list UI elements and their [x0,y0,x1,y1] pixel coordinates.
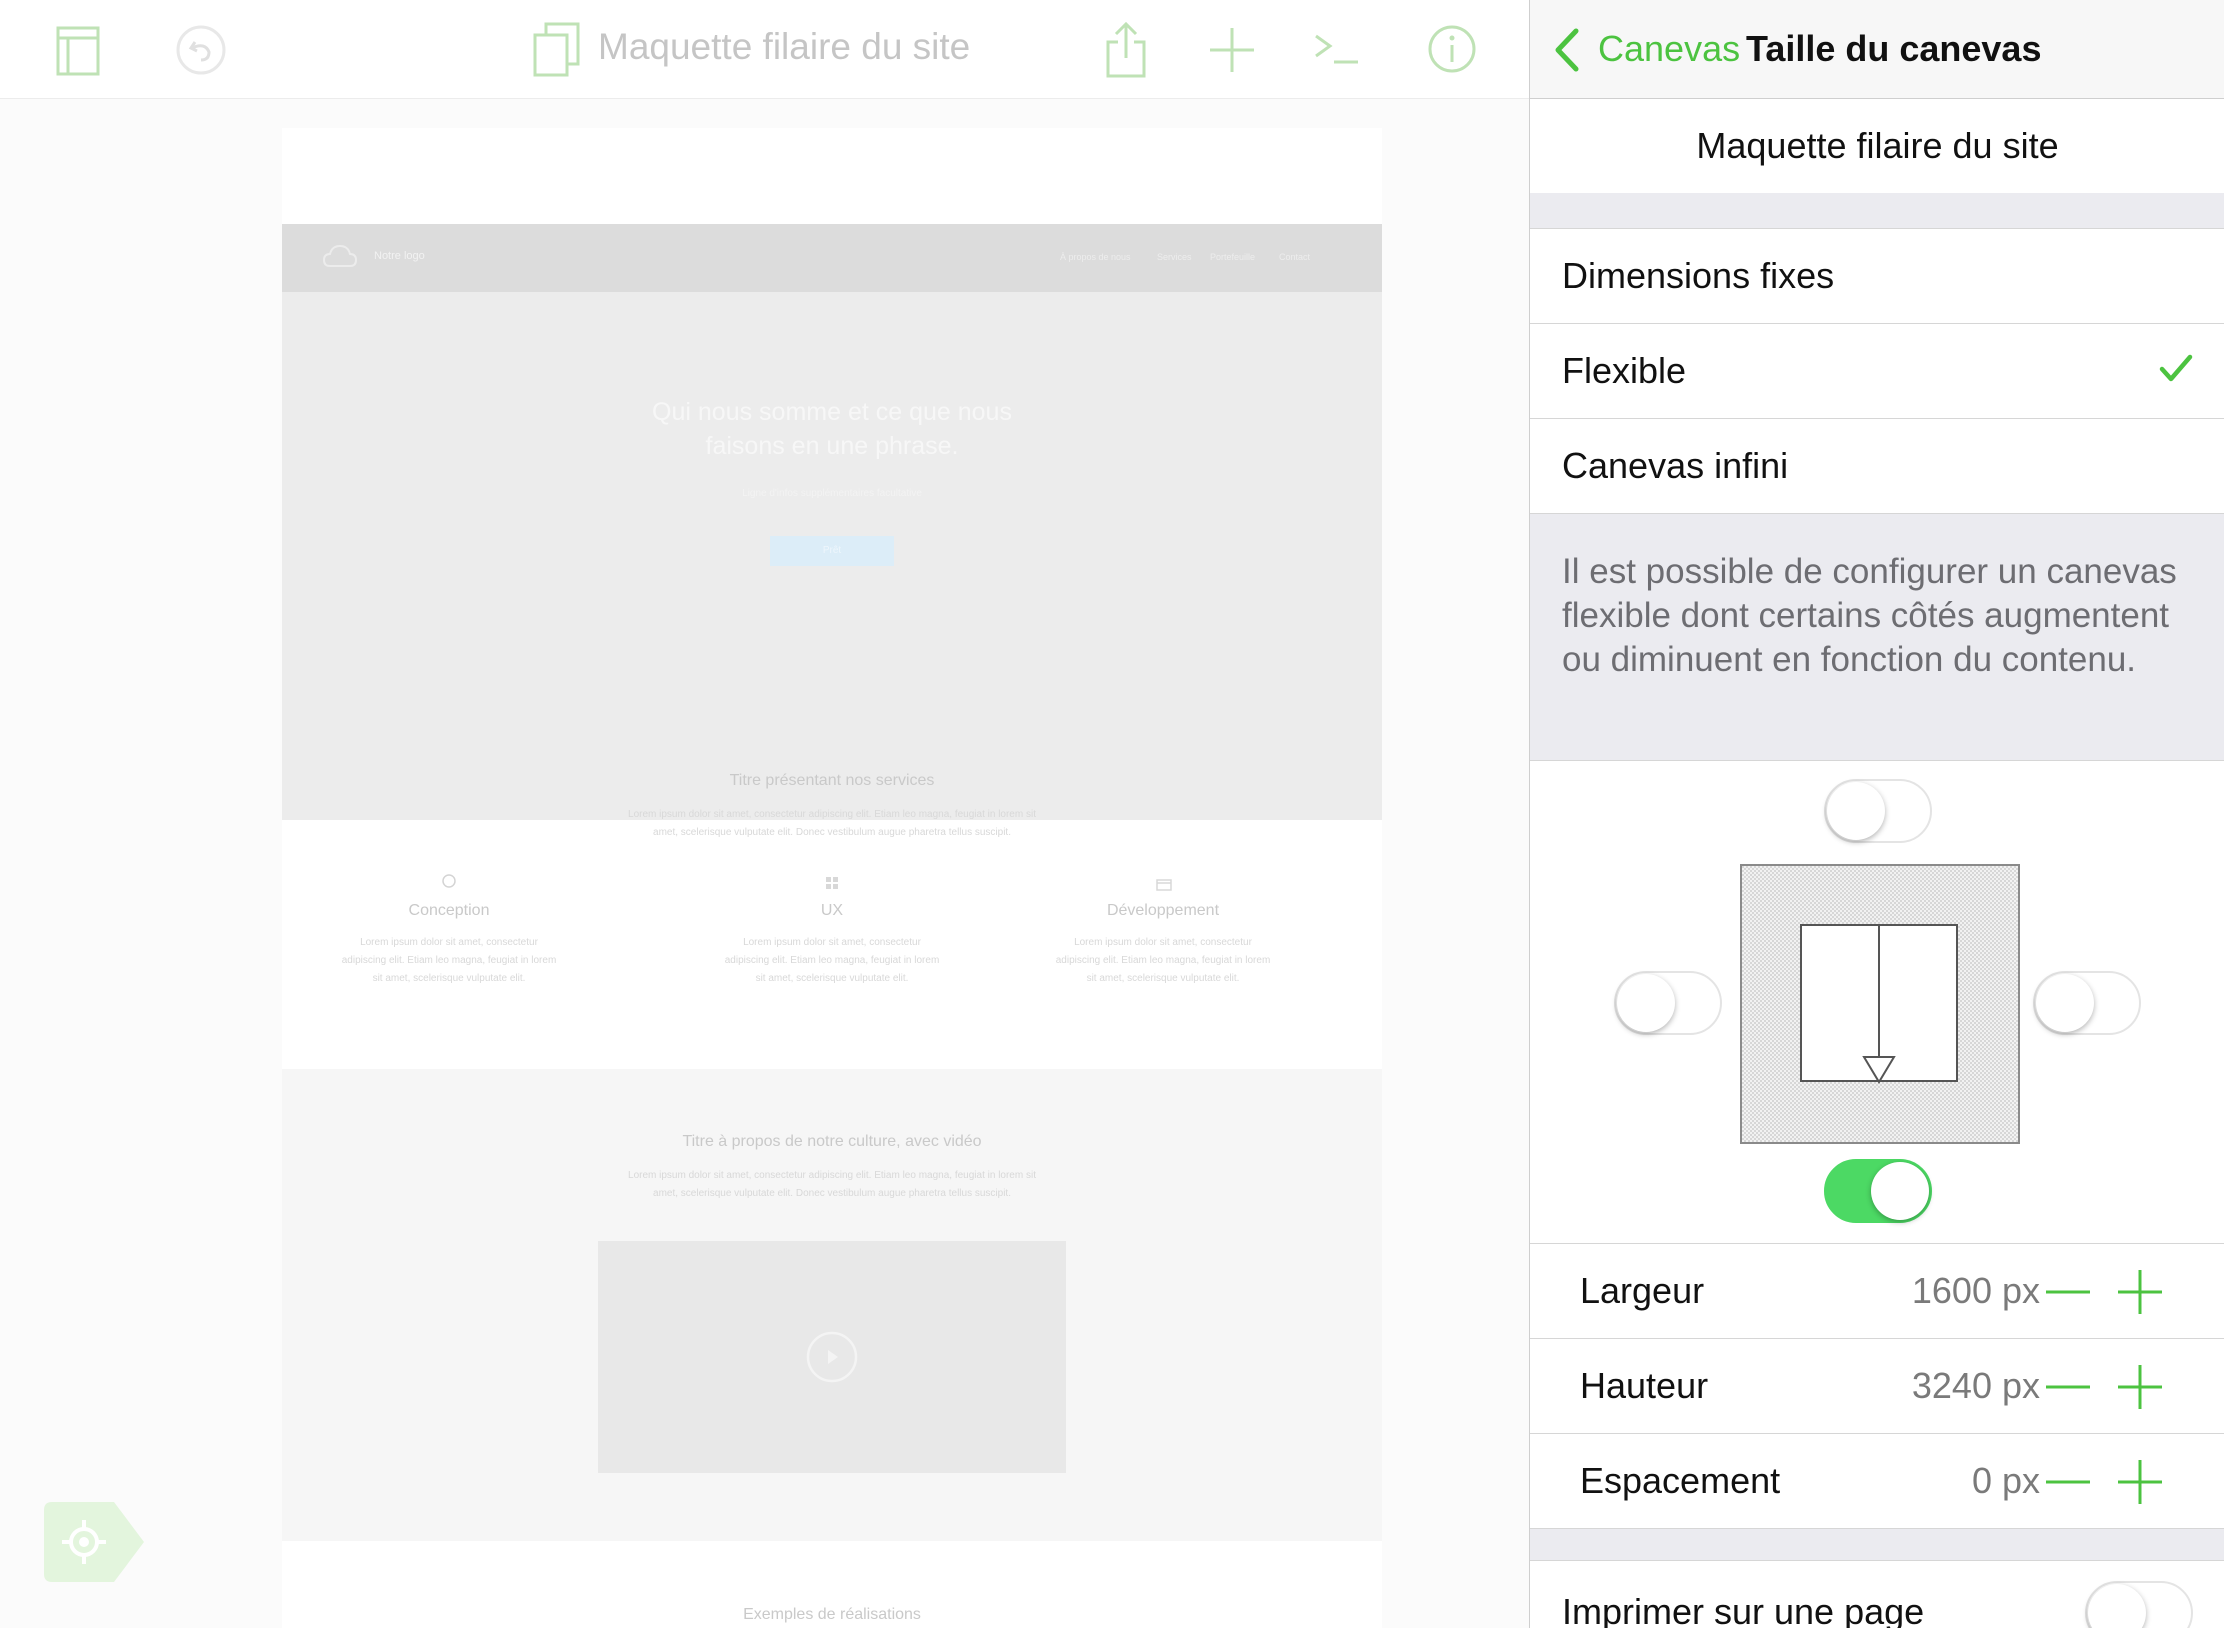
culture-title: Titre à propos de notre culture, avec vi… [682,1133,982,1150]
column-text: adipiscing elit. Etiam leo magna, feugia… [341,955,557,966]
left-edge-toggle[interactable] [1614,971,1722,1035]
width-decrement-button[interactable] [2044,1268,2092,1316]
palette-icon [442,874,462,894]
spacing-decrement-button[interactable] [2044,1458,2092,1506]
width-value[interactable]: 1600 px [1860,1244,2040,1338]
culture-text-2: amet, scelerisque vulputate elit. Donec … [653,1188,1011,1199]
panel-header: Canevas Taille du canevas [1530,0,2224,99]
column-text: sit amet, scelerisque vulputate elit. [1086,973,1240,984]
documents-icon[interactable] [532,22,582,78]
inspector-panel: Canevas Taille du canevas Maquette filai… [1529,0,2224,1628]
print-label: Imprimer sur une page [1562,1591,1925,1628]
video-placeholder [598,1241,1066,1473]
grid-icon [825,876,839,890]
back-button[interactable]: Canevas [1598,28,1740,70]
canvas-area[interactable]: Maquette filaire du site Notre logo À pr… [0,0,1529,1628]
wireframe-hero: Qui nous somme et ce que nous faisons en… [282,292,1382,820]
nav-link-portfolio: Portefeuille [1210,252,1256,262]
option-label: Dimensions fixes [1562,255,1835,296]
undo-icon[interactable] [175,24,227,76]
canvas-name-row: Maquette filaire du site [1530,99,2224,193]
spacing-label: Espacement [1580,1460,1781,1501]
play-icon [806,1331,858,1383]
right-edge-toggle[interactable] [2033,971,2141,1035]
chevron-left-icon[interactable] [1554,28,1580,72]
column-text: Lorem ipsum dolor sit amet, consectetur [360,937,538,948]
column-title-ux: UX [820,902,844,919]
checkmark-icon [2156,348,2196,388]
width-row: Largeur 1600 px [1530,1244,2224,1338]
nav-link-contact: Contact [1279,252,1311,262]
examples-title: Exemples de réalisations [743,1606,921,1623]
bottom-edge-toggle[interactable] [1824,1159,1932,1223]
width-increment-button[interactable] [2116,1268,2164,1316]
style-tag-button[interactable] [44,1502,144,1582]
column-text: sit amet, scelerisque vulputate elit. [755,973,909,984]
print-row: Imprimer sur une page [1530,1561,2224,1628]
print-one-page-toggle[interactable] [2085,1581,2193,1628]
add-icon[interactable] [1208,26,1256,74]
info-icon[interactable] [1427,24,1477,74]
console-icon[interactable] [1312,30,1362,70]
cloud-logo-icon [322,242,358,270]
height-value[interactable]: 3240 px [1860,1339,2040,1433]
column-text: adipiscing elit. Etiam leo magna, feugia… [724,955,940,966]
height-label: Hauteur [1580,1365,1709,1406]
option-flexible[interactable]: Flexible [1530,324,2224,418]
canvas-page[interactable]: Notre logo À propos de nous Services Por… [282,128,1382,1628]
column-text: sit amet, scelerisque vulputate elit. [372,973,526,984]
share-icon[interactable] [1104,20,1148,80]
option-label: Flexible [1562,350,1687,391]
height-increment-button[interactable] [2116,1363,2164,1411]
canvas-edges-diagram [1740,864,2020,1144]
services-text-1: Lorem ipsum dolor sit amet, consectetur … [628,809,1036,820]
canvas-name: Maquette filaire du site [1696,125,2059,166]
option-canevas-infini[interactable]: Canevas infini [1530,419,2224,513]
nav-link-services: Services [1157,252,1192,262]
hero-title-line2: faisons en une phrase. [705,432,959,460]
hero-title-line1: Qui nous somme et ce que nous [652,398,1012,426]
document-title[interactable]: Maquette filaire du site [598,26,970,68]
height-row: Hauteur 3240 px [1530,1339,2224,1433]
column-text: Lorem ipsum dolor sit amet, consectetur [743,937,921,948]
toolbar: Maquette filaire du site [0,0,1529,99]
height-decrement-button[interactable] [2044,1363,2092,1411]
wireframe-navbar: Notre logo À propos de nous Services Por… [282,224,1382,292]
nav-link-about: À propos de nous [1060,252,1131,262]
hero-subtitle: Ligne d'infos supplémentaires facultativ… [742,488,922,499]
wireframe-culture-section: Titre à propos de notre culture, avec vi… [282,1069,1382,1541]
column-title-developpement: Développement [1106,902,1220,919]
top-edge-toggle[interactable] [1824,779,1932,843]
option-dimensions-fixes[interactable]: Dimensions fixes [1530,229,2224,323]
flexible-description: Il est possible de configurer un canevas… [1562,552,2177,679]
spacing-value[interactable]: 0 px [1860,1434,2040,1528]
hero-button: Prêt [770,536,894,566]
option-label: Canevas infini [1562,445,1789,486]
spacing-increment-button[interactable] [2116,1458,2164,1506]
culture-text-1: Lorem ipsum dolor sit amet, consectetur … [628,1170,1036,1181]
edge-config-area [1530,761,2224,1243]
width-label: Largeur [1580,1270,1705,1311]
services-text-2: amet, scelerisque vulputate elit. Donec … [653,827,1011,838]
column-text: Lorem ipsum dolor sit amet, consectetur [1074,937,1252,948]
sidebar-icon[interactable] [56,26,100,76]
services-title: Titre présentant nos services [729,772,935,789]
logo-label: Notre logo [374,250,425,262]
spacing-row: Espacement 0 px [1530,1434,2224,1528]
column-text: adipiscing elit. Etiam leo magna, feugia… [1055,955,1271,966]
panel-title: Taille du canevas [1746,28,2042,69]
code-window-icon [1156,878,1172,891]
column-title-conception: Conception [408,902,490,919]
